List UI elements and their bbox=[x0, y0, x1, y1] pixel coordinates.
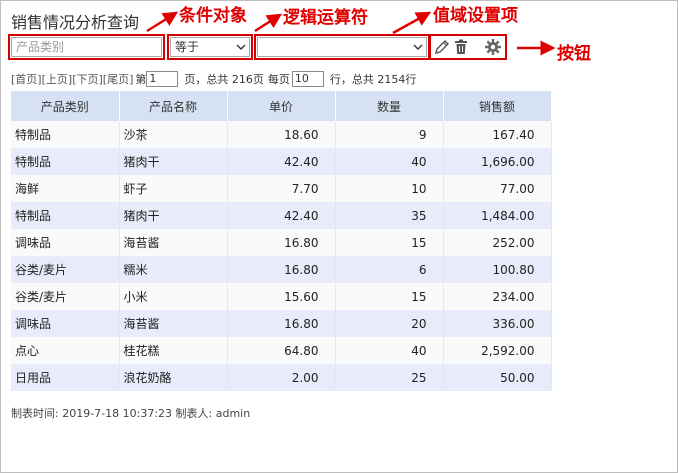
chevron-down-icon bbox=[413, 44, 423, 50]
pager-first-link[interactable]: [首页] bbox=[11, 71, 42, 87]
pager-last-link[interactable]: [尾页] bbox=[103, 71, 134, 87]
per-page-input[interactable]: 10 bbox=[291, 71, 324, 87]
page-title: 销售情况分析查询 bbox=[11, 13, 140, 32]
cell-category: 点心 bbox=[11, 337, 120, 364]
sales-table: 产品类别 产品名称 单价 数量 销售额 特制品 沙茶 18.60 9 167.4… bbox=[11, 91, 552, 391]
cell-sales: 336.00 bbox=[443, 310, 552, 337]
cell-sales: 100.80 bbox=[443, 256, 552, 283]
chevron-down-icon bbox=[236, 44, 246, 50]
table-row: 特制品 沙茶 18.60 9 167.40 bbox=[11, 121, 552, 148]
table-row: 谷类/麦片 糯米 16.80 6 100.80 bbox=[11, 256, 552, 283]
table-row: 调味品 海苔酱 16.80 20 336.00 bbox=[11, 310, 552, 337]
pager-total-pages: 页，总共 216页 bbox=[184, 73, 264, 86]
table-row: 特制品 猪肉干 42.40 40 1,696.00 bbox=[11, 148, 552, 175]
column-header: 产品类别 bbox=[11, 91, 120, 121]
cell-product: 海苔酱 bbox=[119, 310, 228, 337]
cell-price: 42.40 bbox=[227, 148, 336, 175]
cell-category: 谷类/麦片 bbox=[11, 256, 120, 283]
table-header-row: 产品类别 产品名称 单价 数量 销售额 bbox=[11, 91, 552, 121]
page-number-input[interactable]: 1 bbox=[146, 71, 179, 87]
annotation-condition-object: 条件对象 bbox=[179, 6, 247, 26]
cell-product: 虾子 bbox=[119, 175, 228, 202]
cell-category: 海鲜 bbox=[11, 175, 120, 202]
cell-product: 桂花糕 bbox=[119, 337, 228, 364]
gear-icon[interactable] bbox=[484, 38, 502, 56]
cell-quantity: 15 bbox=[335, 229, 444, 256]
pager-total-rows: 行，总共 2154行 bbox=[329, 73, 417, 86]
condition-field-input[interactable]: 产品类别 bbox=[11, 37, 162, 57]
table-row: 谷类/麦片 小米 15.60 15 234.00 bbox=[11, 283, 552, 310]
cell-sales: 167.40 bbox=[443, 121, 552, 148]
table-row: 日用品 浪花奶酪 2.00 25 50.00 bbox=[11, 364, 552, 391]
cell-quantity: 40 bbox=[335, 148, 444, 175]
cell-quantity: 25 bbox=[335, 364, 444, 391]
cell-category: 日用品 bbox=[11, 364, 120, 391]
pager-page-prefix: 第 bbox=[135, 73, 147, 86]
column-header: 数量 bbox=[335, 91, 444, 121]
report-footer: 制表时间: 2019-7-18 10:37:23 制表人: admin bbox=[11, 407, 251, 420]
value-select[interactable] bbox=[257, 37, 427, 57]
cell-category: 调味品 bbox=[11, 310, 120, 337]
column-header: 销售额 bbox=[443, 91, 552, 121]
cell-product: 沙茶 bbox=[119, 121, 228, 148]
cell-price: 2.00 bbox=[227, 364, 336, 391]
pager: [首页] [上页] [下页] [尾页] 第 1 页，总共 216页 每页 10 … bbox=[11, 71, 416, 87]
column-header: 产品名称 bbox=[119, 91, 228, 121]
table-row: 特制品 猪肉干 42.40 35 1,484.00 bbox=[11, 202, 552, 229]
cell-product: 浪花奶酪 bbox=[119, 364, 228, 391]
cell-price: 16.80 bbox=[227, 256, 336, 283]
cell-product: 小米 bbox=[119, 283, 228, 310]
pager-per-page-label: 每页 bbox=[267, 73, 290, 86]
cell-sales: 2,592.00 bbox=[443, 337, 552, 364]
pencil-icon[interactable] bbox=[433, 38, 451, 56]
trash-icon[interactable] bbox=[452, 38, 470, 56]
operator-select-value: 等于 bbox=[175, 40, 200, 54]
table-row: 调味品 海苔酱 16.80 15 252.00 bbox=[11, 229, 552, 256]
column-header: 单价 bbox=[227, 91, 336, 121]
cell-category: 特制品 bbox=[11, 121, 120, 148]
pager-prev-link[interactable]: [上页] bbox=[42, 71, 73, 87]
cell-product: 猪肉干 bbox=[119, 202, 228, 229]
cell-sales: 252.00 bbox=[443, 229, 552, 256]
cell-category: 特制品 bbox=[11, 148, 120, 175]
cell-sales: 77.00 bbox=[443, 175, 552, 202]
cell-price: 15.60 bbox=[227, 283, 336, 310]
cell-price: 64.80 bbox=[227, 337, 336, 364]
cell-product: 海苔酱 bbox=[119, 229, 228, 256]
cell-product: 糯米 bbox=[119, 256, 228, 283]
cell-quantity: 6 bbox=[335, 256, 444, 283]
cell-quantity: 40 bbox=[335, 337, 444, 364]
cell-sales: 50.00 bbox=[443, 364, 552, 391]
table-row: 点心 桂花糕 64.80 40 2,592.00 bbox=[11, 337, 552, 364]
pager-next-link[interactable]: [下页] bbox=[72, 71, 103, 87]
cell-product: 猪肉干 bbox=[119, 148, 228, 175]
annotation-value-field: 值域设置项 bbox=[433, 6, 518, 26]
cell-price: 7.70 bbox=[227, 175, 336, 202]
cell-price: 18.60 bbox=[227, 121, 336, 148]
cell-quantity: 20 bbox=[335, 310, 444, 337]
cell-category: 调味品 bbox=[11, 229, 120, 256]
cell-sales: 1,484.00 bbox=[443, 202, 552, 229]
cell-quantity: 10 bbox=[335, 175, 444, 202]
operator-select[interactable]: 等于 bbox=[170, 37, 250, 57]
cell-price: 16.80 bbox=[227, 229, 336, 256]
cell-quantity: 15 bbox=[335, 283, 444, 310]
annotation-logic-operator: 逻辑运算符 bbox=[283, 8, 368, 28]
cell-category: 谷类/麦片 bbox=[11, 283, 120, 310]
table-row: 海鲜 虾子 7.70 10 77.00 bbox=[11, 175, 552, 202]
annotation-buttons: 按钮 bbox=[557, 44, 591, 64]
cell-quantity: 35 bbox=[335, 202, 444, 229]
cell-sales: 1,696.00 bbox=[443, 148, 552, 175]
cell-quantity: 9 bbox=[335, 121, 444, 148]
cell-price: 42.40 bbox=[227, 202, 336, 229]
cell-sales: 234.00 bbox=[443, 283, 552, 310]
cell-price: 16.80 bbox=[227, 310, 336, 337]
cell-category: 特制品 bbox=[11, 202, 120, 229]
